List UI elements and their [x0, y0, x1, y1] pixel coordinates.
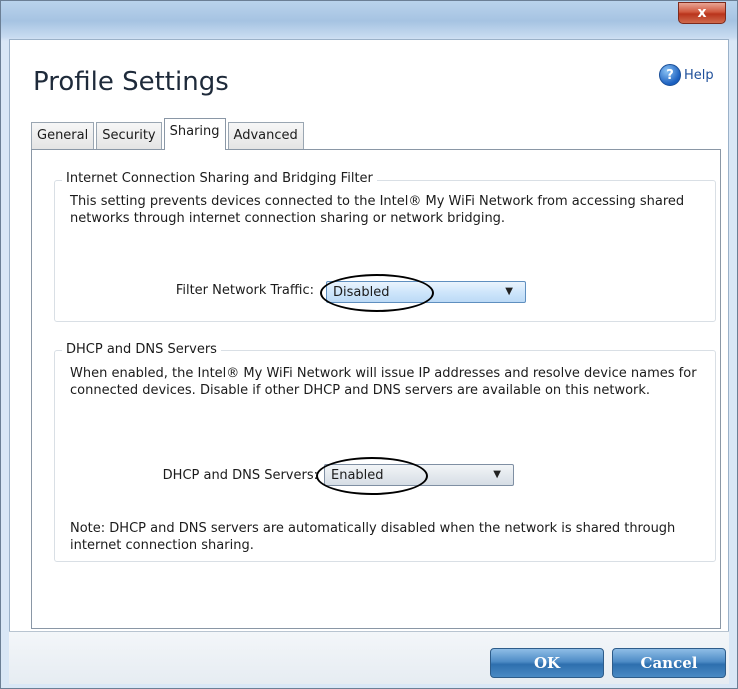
tab-general[interactable]: General: [31, 122, 95, 149]
filter-network-traffic-label: Filter Network Traffic:: [175, 283, 314, 298]
dhcp-dns-servers-select[interactable]: Enabled ▼: [324, 464, 514, 486]
sharing-bridging-group-title: Internet Connection Sharing and Bridging…: [62, 171, 377, 186]
title-bar[interactable]: x: [1, 1, 737, 39]
tab-advanced[interactable]: Advanced: [227, 122, 304, 149]
page-title: Profile Settings: [33, 67, 229, 97]
dhcp-dns-description: When enabled, the Intel® My WiFi Network…: [70, 366, 697, 398]
close-icon: x: [697, 5, 707, 21]
help-label: Help: [684, 67, 714, 83]
help-icon: ?: [659, 64, 681, 86]
profile-settings-window: x Profile Settings ? Help General Securi…: [0, 0, 738, 689]
cancel-button[interactable]: Cancel: [612, 648, 726, 678]
dhcp-dns-note: Note: DHCP and DNS servers are automatic…: [70, 521, 676, 553]
dhcp-dns-servers-label: DHCP and DNS Servers:: [162, 468, 318, 483]
tab-bar: General Security Sharing Advanced: [31, 118, 306, 150]
sharing-bridging-description: This setting prevents devices connected …: [70, 194, 685, 226]
tab-security[interactable]: Security: [96, 122, 162, 149]
chevron-down-icon: ▼: [505, 286, 513, 297]
chevron-down-icon: ▼: [493, 469, 501, 480]
ok-button[interactable]: OK: [490, 648, 604, 678]
tab-sharing[interactable]: Sharing: [163, 118, 226, 150]
help-link[interactable]: ? Help: [659, 64, 714, 86]
filter-network-traffic-select[interactable]: Disabled ▼: [326, 281, 526, 303]
sharing-tab-panel: Internet Connection Sharing and Bridging…: [31, 149, 721, 629]
filter-network-traffic-value: Disabled: [333, 285, 390, 300]
dhcp-dns-servers-value: Enabled: [331, 468, 384, 483]
close-button[interactable]: x: [678, 2, 726, 24]
dhcp-dns-group-title: DHCP and DNS Servers: [62, 342, 221, 357]
